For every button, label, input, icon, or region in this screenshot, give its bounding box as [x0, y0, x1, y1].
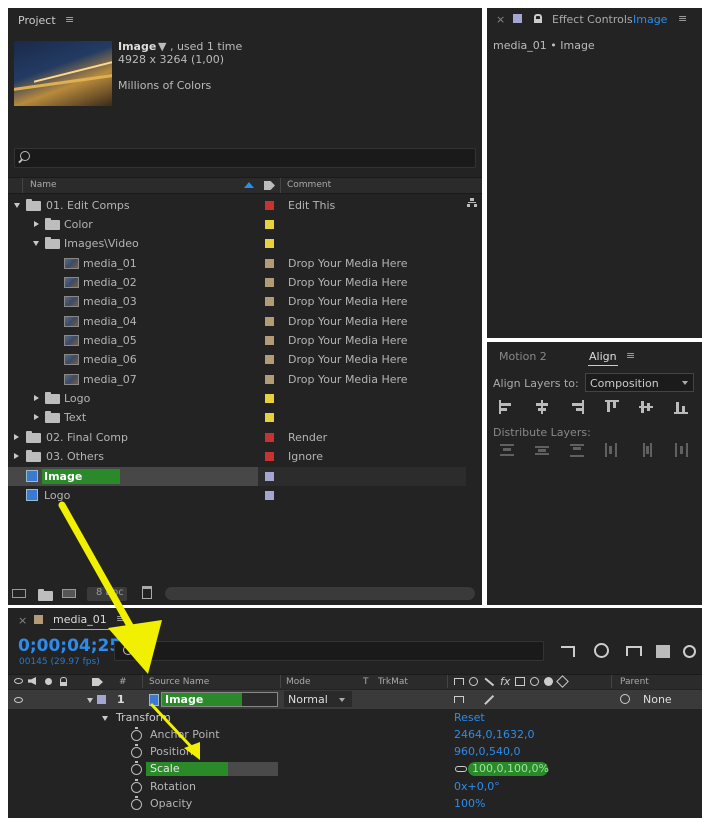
arrow-head-small: [184, 742, 200, 760]
arrow-to-scale: [150, 703, 198, 754]
arrow-head-large: [108, 620, 162, 674]
arrow-to-source-name: [58, 501, 142, 644]
annotation-arrows: [58, 501, 200, 760]
